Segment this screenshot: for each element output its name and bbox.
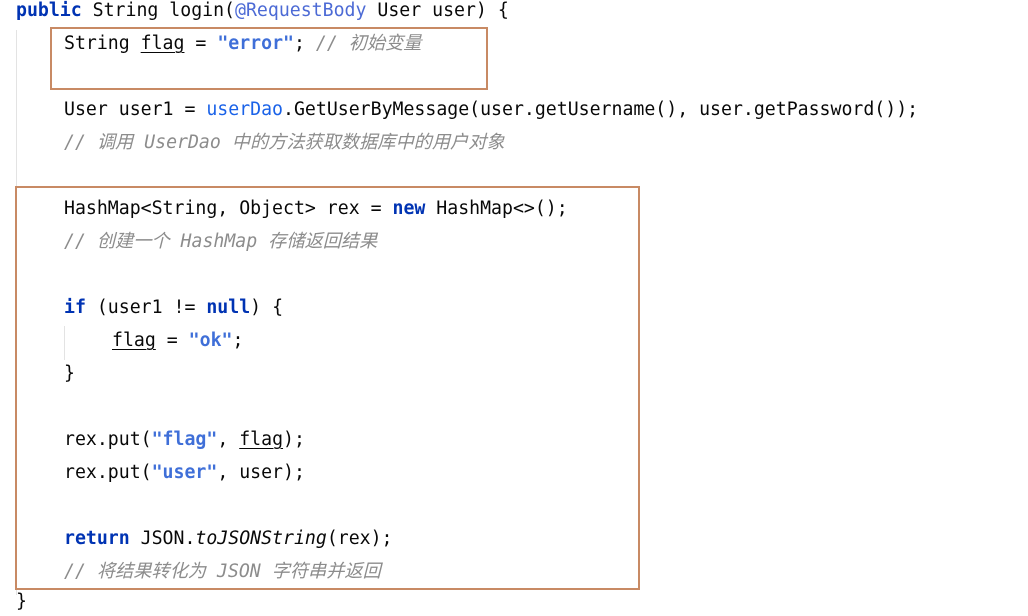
code-text: } xyxy=(16,591,27,612)
variable-flag: flag xyxy=(140,33,185,54)
code-text: User user) { xyxy=(366,0,509,21)
code-line-5: HashMap<String, Object> rex = new HashMa… xyxy=(64,195,568,223)
string-literal: "flag" xyxy=(151,429,218,450)
code-line-7: if (user1 != null) { xyxy=(64,294,283,322)
comment: // 创建一个 HashMap 存储返回结果 xyxy=(64,231,378,252)
code-text: , xyxy=(217,429,240,450)
code-text: = xyxy=(155,330,189,351)
code-text: ; xyxy=(232,330,244,351)
comment: // 调用 UserDao 中的方法获取数据库中的用户对象 xyxy=(64,132,505,153)
code-editor[interactable]: public String login(@RequestBody User us… xyxy=(0,0,1028,612)
code-line-6: // 创建一个 HashMap 存储返回结果 xyxy=(64,228,377,256)
code-text: HashMap<>(); xyxy=(425,198,568,219)
code-text: ); xyxy=(283,429,305,450)
keyword-null: null xyxy=(206,297,251,318)
code-text: , user); xyxy=(217,462,305,483)
code-line-10: rex.put("flag", flag); xyxy=(64,426,305,454)
string-literal: "ok" xyxy=(188,330,233,351)
code-line-8: flag = "ok"; xyxy=(112,327,243,355)
method-tojsonstring: toJSONString xyxy=(195,528,327,549)
code-line-13: // 将结果转化为 JSON 字符串并返回 xyxy=(64,558,381,586)
code-text: ; xyxy=(293,33,316,54)
string-literal: "user" xyxy=(151,462,218,483)
code-text: (user1 != xyxy=(85,297,207,318)
annotation: @RequestBody xyxy=(235,0,367,21)
code-text: User user1 = xyxy=(64,99,207,120)
variable-flag: flag xyxy=(239,429,284,450)
code-text: JSON. xyxy=(129,528,196,549)
code-line-11: rex.put("user", user); xyxy=(64,459,305,487)
keyword-if: if xyxy=(64,297,86,318)
keyword-public: public xyxy=(16,0,82,21)
variable-flag: flag xyxy=(112,330,156,351)
code-text: = xyxy=(184,33,218,54)
keyword-new: new xyxy=(392,198,426,219)
code-line-1: public String login(@RequestBody User us… xyxy=(16,0,509,25)
code-text: .GetUserByMessage(user.getUsername(), us… xyxy=(283,99,919,120)
comment: // 将结果转化为 JSON 字符串并返回 xyxy=(64,561,381,582)
code-text: String xyxy=(64,33,141,54)
code-text: (rex); xyxy=(326,528,393,549)
code-text: } xyxy=(64,363,75,384)
code-text: ) { xyxy=(250,297,284,318)
code-line-12: return JSON.toJSONString(rex); xyxy=(64,525,393,553)
code-line-4: // 调用 UserDao 中的方法获取数据库中的用户对象 xyxy=(64,129,505,157)
code-line-3: User user1 = userDao.GetUserByMessage(us… xyxy=(64,96,918,124)
code-text: HashMap<String, Object> rex = xyxy=(64,198,393,219)
string-literal: "error" xyxy=(217,33,294,54)
code-text: rex.put( xyxy=(64,429,152,450)
code-text: String login( xyxy=(81,0,236,21)
code-line-2: String flag = "error"; // 初始变量 xyxy=(64,30,422,58)
field-userdao: userDao xyxy=(206,99,284,120)
code-line-9: } xyxy=(64,360,75,388)
comment: // 初始变量 xyxy=(315,33,422,54)
code-text: rex.put( xyxy=(64,462,152,483)
keyword-return: return xyxy=(64,528,130,549)
